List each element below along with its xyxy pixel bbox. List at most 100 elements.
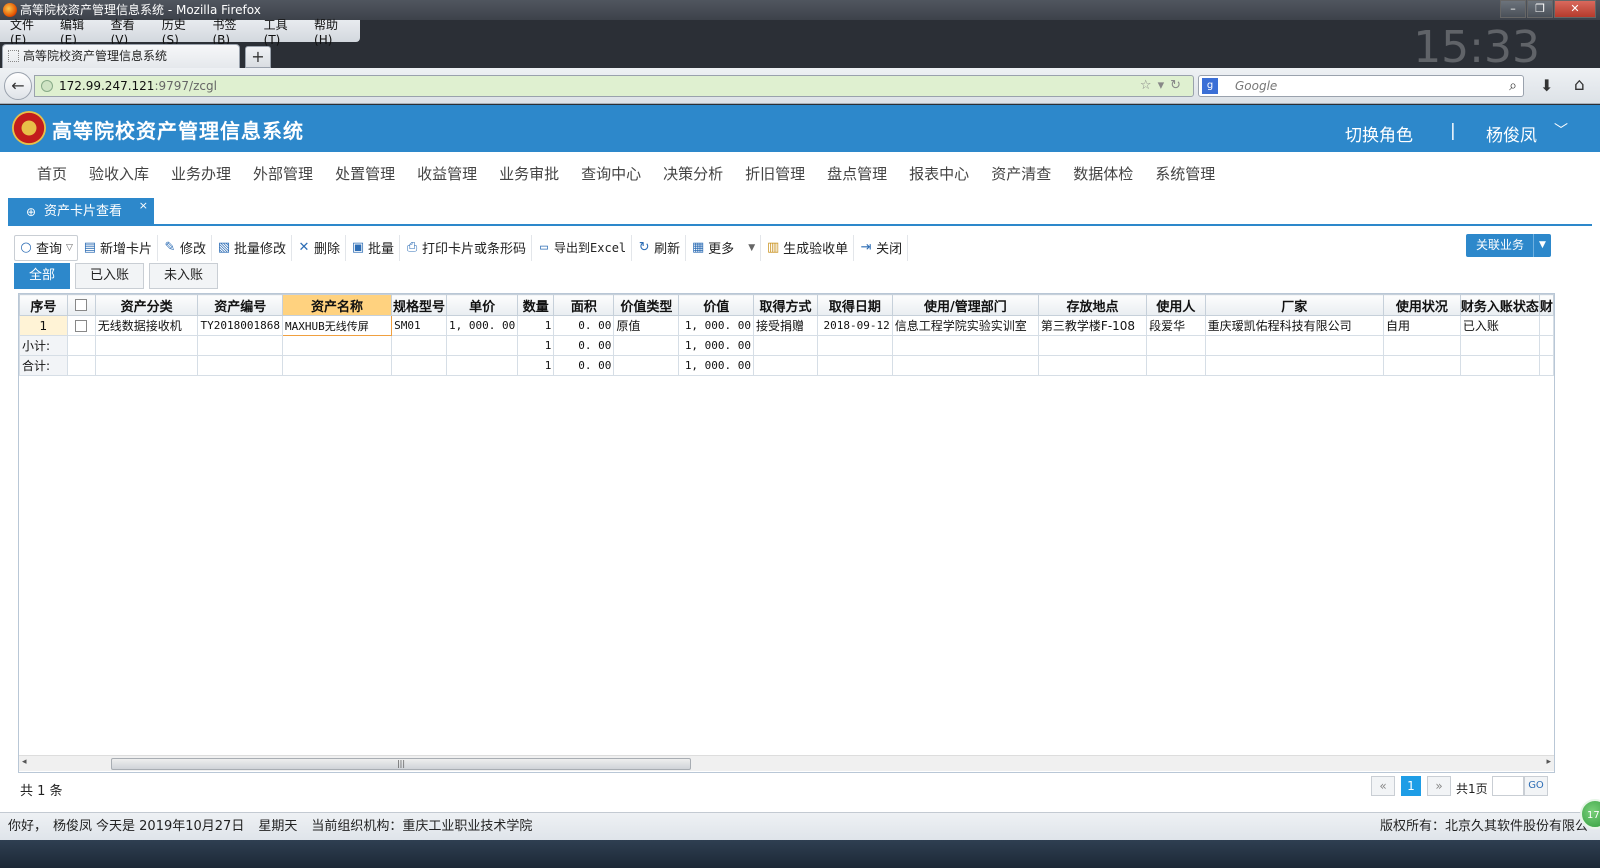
col-header-asset-no[interactable]: 资产编号: [197, 294, 283, 316]
nav-item-external[interactable]: 外部管理: [253, 163, 313, 184]
col-header-value-type[interactable]: 价值类型: [613, 294, 680, 316]
nav-item-approval[interactable]: 业务审批: [499, 163, 559, 184]
cell-asset-name[interactable]: MAXHUB无线传屏: [281, 315, 393, 336]
related-business-button[interactable]: 关联业务 ▼: [1466, 234, 1551, 257]
switch-role-link[interactable]: 切换角色: [1345, 121, 1413, 146]
google-icon[interactable]: g: [1202, 78, 1218, 94]
chevron-down-icon[interactable]: ﹀: [1554, 120, 1568, 140]
col-header-quantity[interactable]: 数量: [517, 294, 555, 316]
add-card-button[interactable]: ▤ 新增卡片: [78, 234, 158, 261]
batch-button[interactable]: ▣ 批量: [346, 234, 401, 261]
next-page-button[interactable]: »: [1427, 776, 1451, 796]
search-input[interactable]: g Google ⌕: [1198, 75, 1524, 97]
nav-item-acceptance[interactable]: 验收入库: [89, 163, 149, 184]
col-header-category[interactable]: 资产分类: [94, 294, 199, 316]
col-header-value[interactable]: 价值: [678, 294, 755, 316]
filter-posted[interactable]: 已入账: [75, 263, 145, 289]
batch-icon: ▣: [351, 239, 365, 255]
go-button[interactable]: GO: [1524, 776, 1548, 796]
menu-tools[interactable]: 工具(T): [258, 16, 308, 47]
nav-item-system[interactable]: 系统管理: [1155, 163, 1215, 184]
col-header-usage-status[interactable]: 使用状况: [1382, 294, 1461, 316]
minimize-button[interactable]: –: [1500, 0, 1526, 18]
bookmark-star-icon[interactable]: ☆▾↻: [1140, 76, 1187, 96]
print-button[interactable]: ⎙ 打印卡片或条形码: [400, 234, 533, 261]
cell-acquire-method: 接受捐赠: [753, 315, 819, 336]
nav-item-audit[interactable]: 资产清查: [991, 163, 1051, 184]
row-checkbox[interactable]: [75, 320, 88, 332]
col-header-select[interactable]: [66, 294, 96, 316]
edit-label: 修改: [179, 242, 206, 257]
tab-asset-card[interactable]: ⊕ 资产卡片查看 ×: [8, 198, 154, 226]
nav-item-disposal[interactable]: 处置管理: [335, 163, 395, 184]
refresh-button[interactable]: ↻ 刷新: [632, 234, 687, 261]
nav-item-revenue[interactable]: 收益管理: [417, 163, 477, 184]
new-tab-button[interactable]: +: [245, 46, 271, 68]
nav-item-business[interactable]: 业务办理: [171, 163, 231, 184]
col-header-acquire-method[interactable]: 取得方式: [753, 294, 819, 316]
menu-view[interactable]: 查看(V): [105, 16, 156, 47]
page-jump-input[interactable]: [1492, 776, 1524, 796]
col-header-location[interactable]: 存放地点: [1037, 294, 1148, 316]
nav-item-data-check[interactable]: 数据体检: [1073, 163, 1133, 184]
query-button[interactable]: ○ 查询 ▽: [14, 234, 78, 261]
add-card-label: 新增卡片: [99, 242, 152, 257]
scrollbar-thumb[interactable]: |||: [111, 758, 691, 770]
col-header-acquire-date[interactable]: 取得日期: [817, 294, 893, 316]
filter-all[interactable]: 全部: [14, 263, 71, 289]
col-header-area[interactable]: 面积: [553, 294, 615, 316]
total-row: 合计: 1 0. 00 1, 000. 00: [19, 355, 1554, 376]
col-header-overflow[interactable]: 财: [1538, 294, 1554, 316]
nav-item-depreciation[interactable]: 折旧管理: [745, 163, 805, 184]
delete-button[interactable]: ✕ 删除: [292, 234, 346, 261]
nav-item-reports[interactable]: 报表中心: [909, 163, 969, 184]
close-icon[interactable]: ×: [139, 192, 148, 220]
generate-receipt-button[interactable]: ▥ 生成验收单: [761, 234, 855, 261]
page-number[interactable]: 1: [1401, 776, 1421, 796]
back-button[interactable]: ←: [4, 72, 32, 100]
menu-edit[interactable]: 编辑(E): [54, 16, 105, 47]
receipt-icon: ▥: [766, 239, 780, 255]
cell-select[interactable]: [66, 315, 96, 336]
col-header-finance-status[interactable]: 财务入账状态: [1459, 294, 1540, 316]
menu-bookmarks[interactable]: 书签(B): [206, 16, 257, 47]
col-header-model[interactable]: 规格型号: [391, 294, 447, 316]
col-header-index[interactable]: 序号: [19, 294, 68, 316]
nav-item-query[interactable]: 查询中心: [581, 163, 641, 184]
download-icon[interactable]: ⬇: [1540, 76, 1553, 95]
select-all-checkbox[interactable]: [75, 299, 88, 311]
user-menu[interactable]: 杨俊凤: [1486, 121, 1537, 146]
maximize-button[interactable]: ❐: [1527, 0, 1553, 18]
table-row[interactable]: 1 无线数据接收机 TY2018001868 MAXHUB无线传屏 SM01 1…: [19, 315, 1554, 336]
close-window-button[interactable]: ✕: [1554, 0, 1596, 18]
nav-item-home[interactable]: 首页: [37, 163, 67, 184]
more-button[interactable]: ▦ 更多 ▼: [686, 234, 762, 261]
menu-history[interactable]: 历史(S): [156, 16, 207, 47]
app-header: 高等院校资产管理信息系统 切换角色 | 杨俊凤 ﹀: [0, 105, 1600, 152]
scroll-left-icon[interactable]: ◂: [22, 757, 27, 767]
col-header-manufacturer[interactable]: 厂家: [1204, 294, 1384, 316]
nav-item-inventory[interactable]: 盘点管理: [827, 163, 887, 184]
col-header-user[interactable]: 使用人: [1146, 294, 1206, 316]
caret-down-icon[interactable]: ▼: [1533, 234, 1551, 257]
nav-item-analysis[interactable]: 决策分析: [663, 163, 723, 184]
col-header-department[interactable]: 使用/管理部门: [891, 294, 1039, 316]
prev-page-button[interactable]: «: [1371, 776, 1395, 796]
menu-help[interactable]: 帮助(H): [308, 16, 360, 47]
export-excel-button[interactable]: ▭ 导出到Excel: [532, 234, 633, 261]
filter-unposted[interactable]: 未入账: [149, 263, 219, 289]
col-header-unit-price[interactable]: 单价: [445, 294, 519, 316]
browser-tab[interactable]: 高等院校资产管理信息系统: [2, 44, 240, 68]
home-icon[interactable]: ⌂: [1574, 75, 1585, 95]
edit-button[interactable]: ✎ 修改: [158, 234, 212, 261]
search-icon[interactable]: ⌕: [1509, 76, 1517, 96]
total-label: 合计:: [19, 355, 68, 376]
horizontal-scrollbar[interactable]: ◂ ||| ▸: [19, 755, 1554, 771]
scroll-right-icon[interactable]: ▸: [1546, 757, 1551, 767]
menu-file[interactable]: 文件(F): [4, 16, 54, 47]
close-page-button[interactable]: ⇥ 关闭: [854, 234, 909, 261]
col-header-asset-name[interactable]: 资产名称: [281, 294, 393, 316]
batch-edit-button[interactable]: ▧ 批量修改: [212, 234, 292, 261]
url-bar[interactable]: 172.99.247.121:9797/zcgl ☆▾↻: [34, 75, 1194, 97]
cell-empty: [817, 355, 893, 376]
